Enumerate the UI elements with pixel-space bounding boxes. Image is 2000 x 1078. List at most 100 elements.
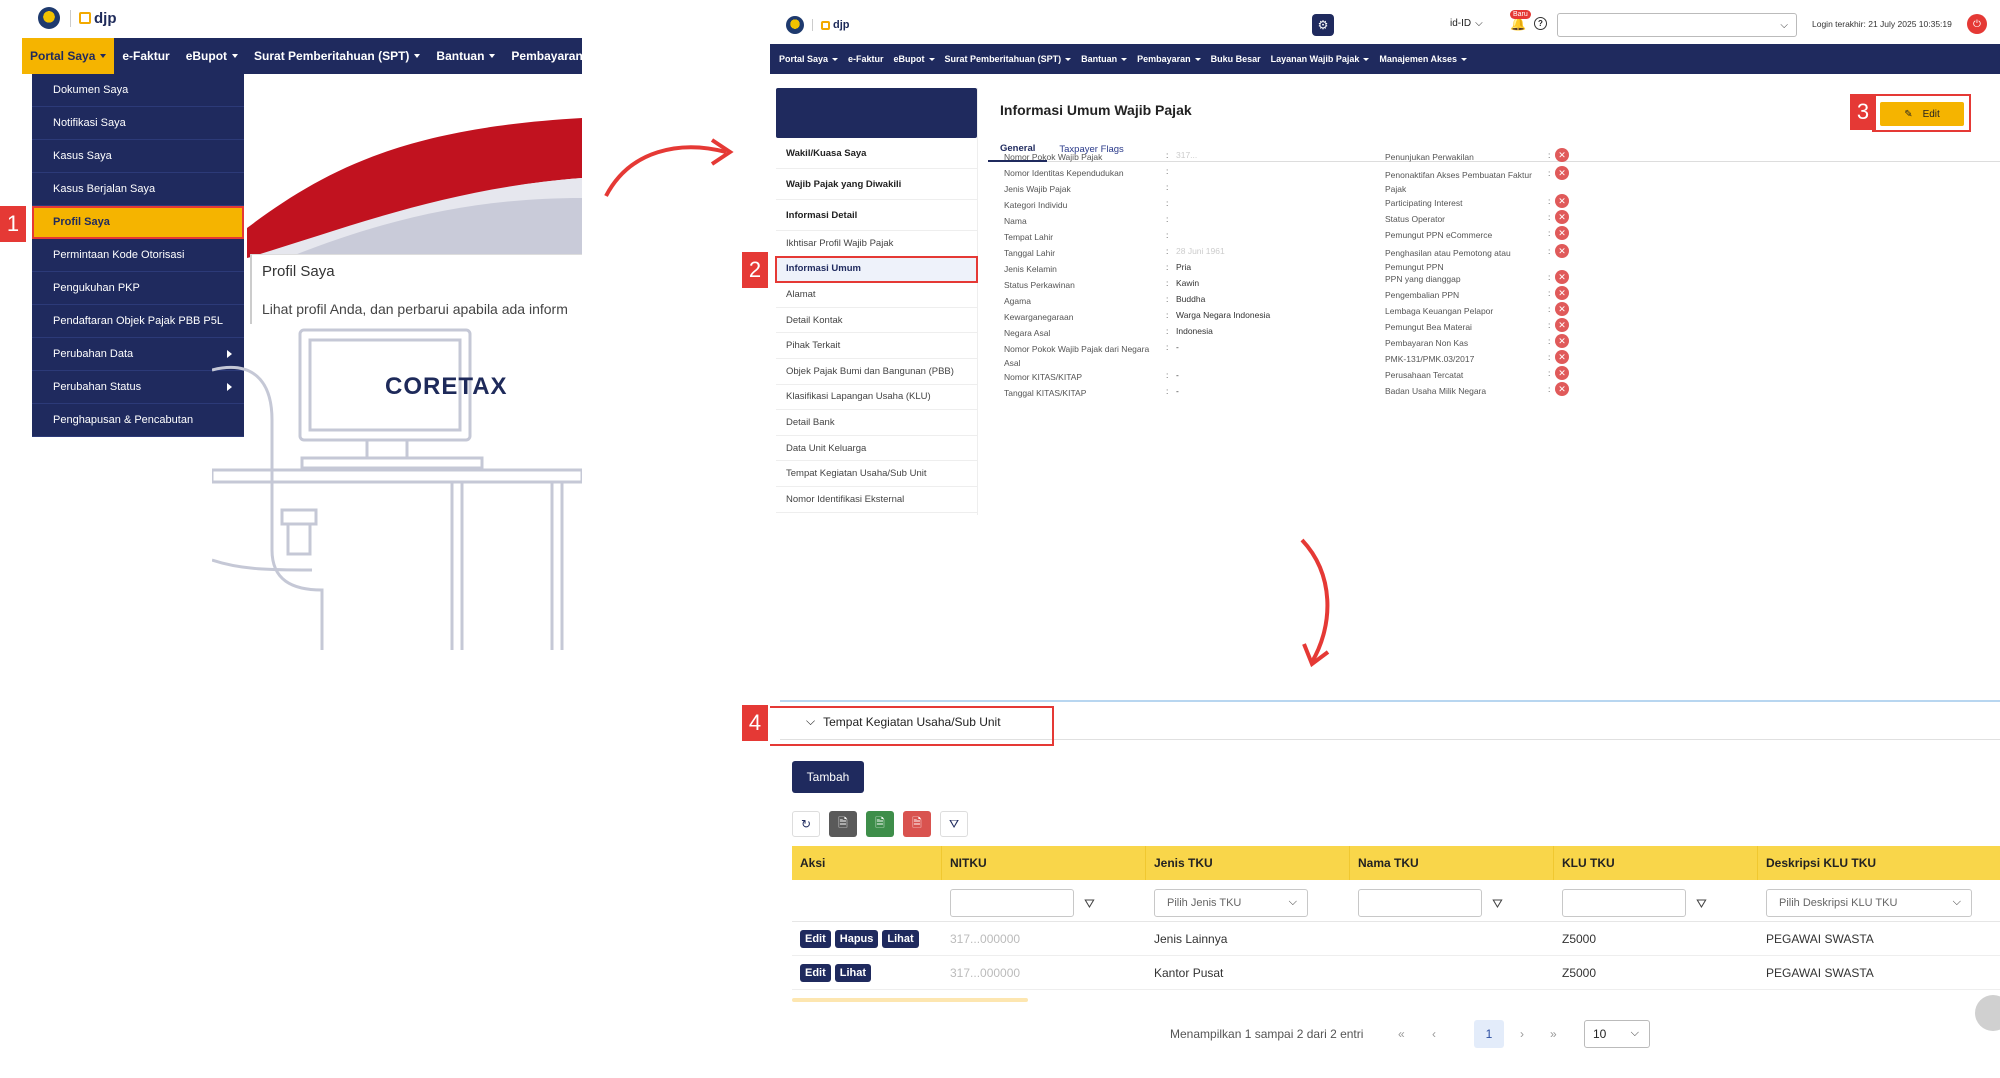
sidebar-item-nomor-identifikasi-eksternal[interactable]: Nomor Identifikasi Eksternal — [776, 487, 977, 513]
nav-item-e-faktur[interactable]: e-Faktur — [114, 38, 177, 74]
cross-icon: ✕ — [1555, 166, 1569, 180]
nav-item-portal-saya[interactable]: Portal Saya — [22, 38, 115, 74]
menu-item-pengukuhan-pkp[interactable]: Pengukuhan PKP — [32, 272, 244, 305]
field-label: Nomor Identitas Kependudukan — [1004, 168, 1124, 178]
flag-colon: : — [1548, 320, 1551, 330]
sidebar-item-informasi-umum[interactable]: Informasi Umum — [775, 255, 978, 284]
sidebar-item-pihak-terkait[interactable]: Pihak Terkait — [776, 333, 977, 359]
current-page-button[interactable]: 1 — [1474, 1020, 1504, 1048]
sidebar-item-detail-bank[interactable]: Detail Bank — [776, 410, 977, 436]
filter-icon[interactable]: ⛛ — [1696, 896, 1707, 912]
sidebar-item-data-unit-keluarga[interactable]: Data Unit Keluarga — [776, 436, 977, 462]
top-bar: djp ⚙ id-ID ⌵ 🔔 Baru ? ⌵ Login terakhir: … — [770, 10, 2000, 38]
logout-icon[interactable]: ⏻ — [1967, 14, 1987, 34]
refresh-icon[interactable]: ↻ — [792, 811, 820, 837]
flag-label: Penunjukan Perwakilan — [1385, 152, 1474, 162]
export-pdf-icon[interactable]: 🗎 — [903, 811, 931, 837]
step-badge-3: 3 — [1850, 94, 1876, 130]
horizontal-scrollbar[interactable] — [792, 998, 1028, 1002]
nama-tku-filter-input[interactable] — [1358, 889, 1482, 917]
col-nitku[interactable]: NITKU — [942, 846, 1146, 880]
nitku-filter-input[interactable] — [950, 889, 1074, 917]
col-jenis-tku[interactable]: Jenis TKU — [1146, 846, 1350, 880]
nav-item-surat-pemberitahuan-spt[interactable]: Surat Pemberitahuan (SPT) — [246, 38, 428, 74]
col-nama-tku[interactable]: Nama TKU — [1350, 846, 1554, 880]
sidebar-item-wakil-kuasa-saya[interactable]: Wakil/Kuasa Saya — [776, 138, 977, 169]
sidebar-item-tempat-kegiatan-usaha-sub-unit[interactable]: Tempat Kegiatan Usaha/Sub Unit — [776, 461, 977, 487]
sidebar-item-informasi-detail[interactable]: Informasi Detail — [776, 200, 977, 231]
nav-item-pembayaran[interactable]: Pembayaran — [1132, 54, 1206, 64]
nav-item-ebupot[interactable]: eBupot — [178, 38, 246, 74]
sidebar-item-klasifikasi-lapangan-usaha-klu[interactable]: Klasifikasi Lapangan Usaha (KLU) — [776, 385, 977, 411]
field-label: Tanggal KITAS/KITAP — [1004, 388, 1087, 398]
nav-item-surat-pemberitahuan-spt[interactable]: Surat Pemberitahuan (SPT) — [940, 54, 1077, 64]
field-colon: : — [1166, 310, 1169, 320]
clear-filter-icon[interactable]: ⛛ — [940, 811, 968, 837]
sidebar-item-ikhtisar-profil-wajib-pajak[interactable]: Ikhtisar Profil Wajib Pajak — [776, 231, 977, 257]
profile-detail-panel: djp ⚙ id-ID ⌵ 🔔 Baru ? ⌵ Login terakhir: … — [770, 0, 2000, 515]
flag-label: Pembayaran Non Kas — [1385, 338, 1469, 348]
field-label: Nomor Pokok Wajib Pajak — [1004, 152, 1103, 162]
col-klu-tku[interactable]: KLU TKU — [1554, 846, 1758, 880]
section-header[interactable]: ⌵ Tempat Kegiatan Usaha/Sub Unit — [770, 700, 2000, 746]
scroll-top-button[interactable] — [1975, 995, 2000, 1031]
nav-item-layanan-wajib-pajak[interactable]: Layanan Wajib Pajak — [1266, 54, 1375, 64]
col-deskripsi-klu[interactable]: Deskripsi KLU TKU — [1758, 846, 2000, 880]
field-colon: : — [1166, 182, 1169, 192]
field-value: - — [1176, 342, 1179, 352]
sidebar-item-wajib-pajak-yang-diwakili[interactable]: Wajib Pajak yang Diwakili — [776, 169, 977, 200]
export-excel-icon[interactable]: 🗎 — [866, 811, 894, 837]
sidebar-item-alamat[interactable]: Alamat — [776, 282, 977, 308]
menu-item-dokumen-saya[interactable]: Dokumen Saya — [32, 74, 244, 107]
field-value: Pria — [1176, 262, 1192, 272]
nav-item-portal-saya[interactable]: Portal Saya — [774, 54, 843, 64]
edit-row-button[interactable]: Edit — [800, 930, 831, 948]
cross-icon: ✕ — [1555, 148, 1569, 162]
actions-cell: Edit Lihat — [792, 956, 942, 990]
nav-item-pembayaran[interactable]: Pembayaran — [503, 38, 582, 74]
first-page-icon[interactable]: « — [1398, 1027, 1405, 1041]
menu-item-kasus-saya[interactable]: Kasus Saya — [32, 140, 244, 173]
nav-item-ebupot[interactable]: eBupot — [889, 54, 940, 64]
cross-icon: ✕ — [1555, 244, 1569, 258]
taxpayer-select[interactable]: ⌵ — [1557, 13, 1797, 37]
last-page-icon[interactable]: » — [1550, 1027, 1557, 1041]
sidebar-item-objek-pajak-bumi-dan-bangunan-pbb[interactable]: Objek Pajak Bumi dan Bangunan (PBB) — [776, 359, 977, 385]
field-colon: : — [1166, 166, 1169, 176]
help-icon[interactable]: ? — [1534, 17, 1547, 30]
menu-item-kasus-berjalan-saya[interactable]: Kasus Berjalan Saya — [32, 173, 244, 206]
nav-item-bantuan[interactable]: Bantuan — [1076, 54, 1132, 64]
export-file-icon[interactable]: 🗎 — [829, 811, 857, 837]
caret-down-icon — [489, 54, 496, 58]
new-badge: Baru — [1510, 10, 1531, 19]
next-page-icon[interactable]: › — [1520, 1027, 1524, 1041]
add-button[interactable]: Tambah — [792, 761, 864, 793]
menu-item-profil-saya[interactable]: Profil Saya — [32, 206, 244, 239]
sidebar-item-detail-kontak[interactable]: Detail Kontak — [776, 308, 977, 334]
lihat-row-button[interactable]: Lihat — [882, 930, 919, 948]
jenis-tku-select[interactable]: Pilih Jenis TKU ⌵ — [1154, 889, 1308, 917]
deskripsi-klu-select[interactable]: Pilih Deskripsi KLU TKU ⌵ — [1766, 889, 1972, 917]
djp-logo[interactable]: djp — [70, 9, 117, 27]
nav-item-bantuan[interactable]: Bantuan — [428, 38, 503, 74]
cross-icon: ✕ — [1555, 286, 1569, 300]
nav-item-buku-besar[interactable]: Buku Besar — [1206, 54, 1266, 64]
menu-item-permintaan-kode-otorisasi[interactable]: Permintaan Kode Otorisasi — [32, 239, 244, 272]
filter-icon[interactable]: ⛛ — [1084, 896, 1095, 912]
nav-item-e-faktur[interactable]: e-Faktur — [843, 54, 889, 64]
language-select[interactable]: id-ID ⌵ — [1450, 18, 1483, 29]
edit-button[interactable]: ✎ Edit — [1880, 102, 1964, 126]
deskripsi-cell: PEGAWAI SWASTA — [1766, 932, 1874, 946]
page-size-select[interactable]: 10 ⌵ — [1584, 1020, 1650, 1048]
field-value: Warga Negara Indonesia — [1176, 310, 1271, 320]
djp-logo[interactable]: djp — [812, 19, 850, 31]
menu-item-notifikasi-saya[interactable]: Notifikasi Saya — [32, 107, 244, 140]
klu-tku-filter-input[interactable] — [1562, 889, 1686, 917]
prev-page-icon[interactable]: ‹ — [1432, 1027, 1436, 1041]
filter-icon[interactable]: ⛛ — [1492, 896, 1503, 912]
nav-item-manajemen-akses[interactable]: Manajemen Akses — [1374, 54, 1472, 64]
edit-row-button[interactable]: Edit — [800, 964, 831, 982]
hapus-row-button[interactable]: Hapus — [834, 930, 879, 948]
lihat-row-button[interactable]: Lihat — [834, 964, 872, 982]
app-switcher-icon[interactable]: ⚙ — [1312, 14, 1334, 36]
